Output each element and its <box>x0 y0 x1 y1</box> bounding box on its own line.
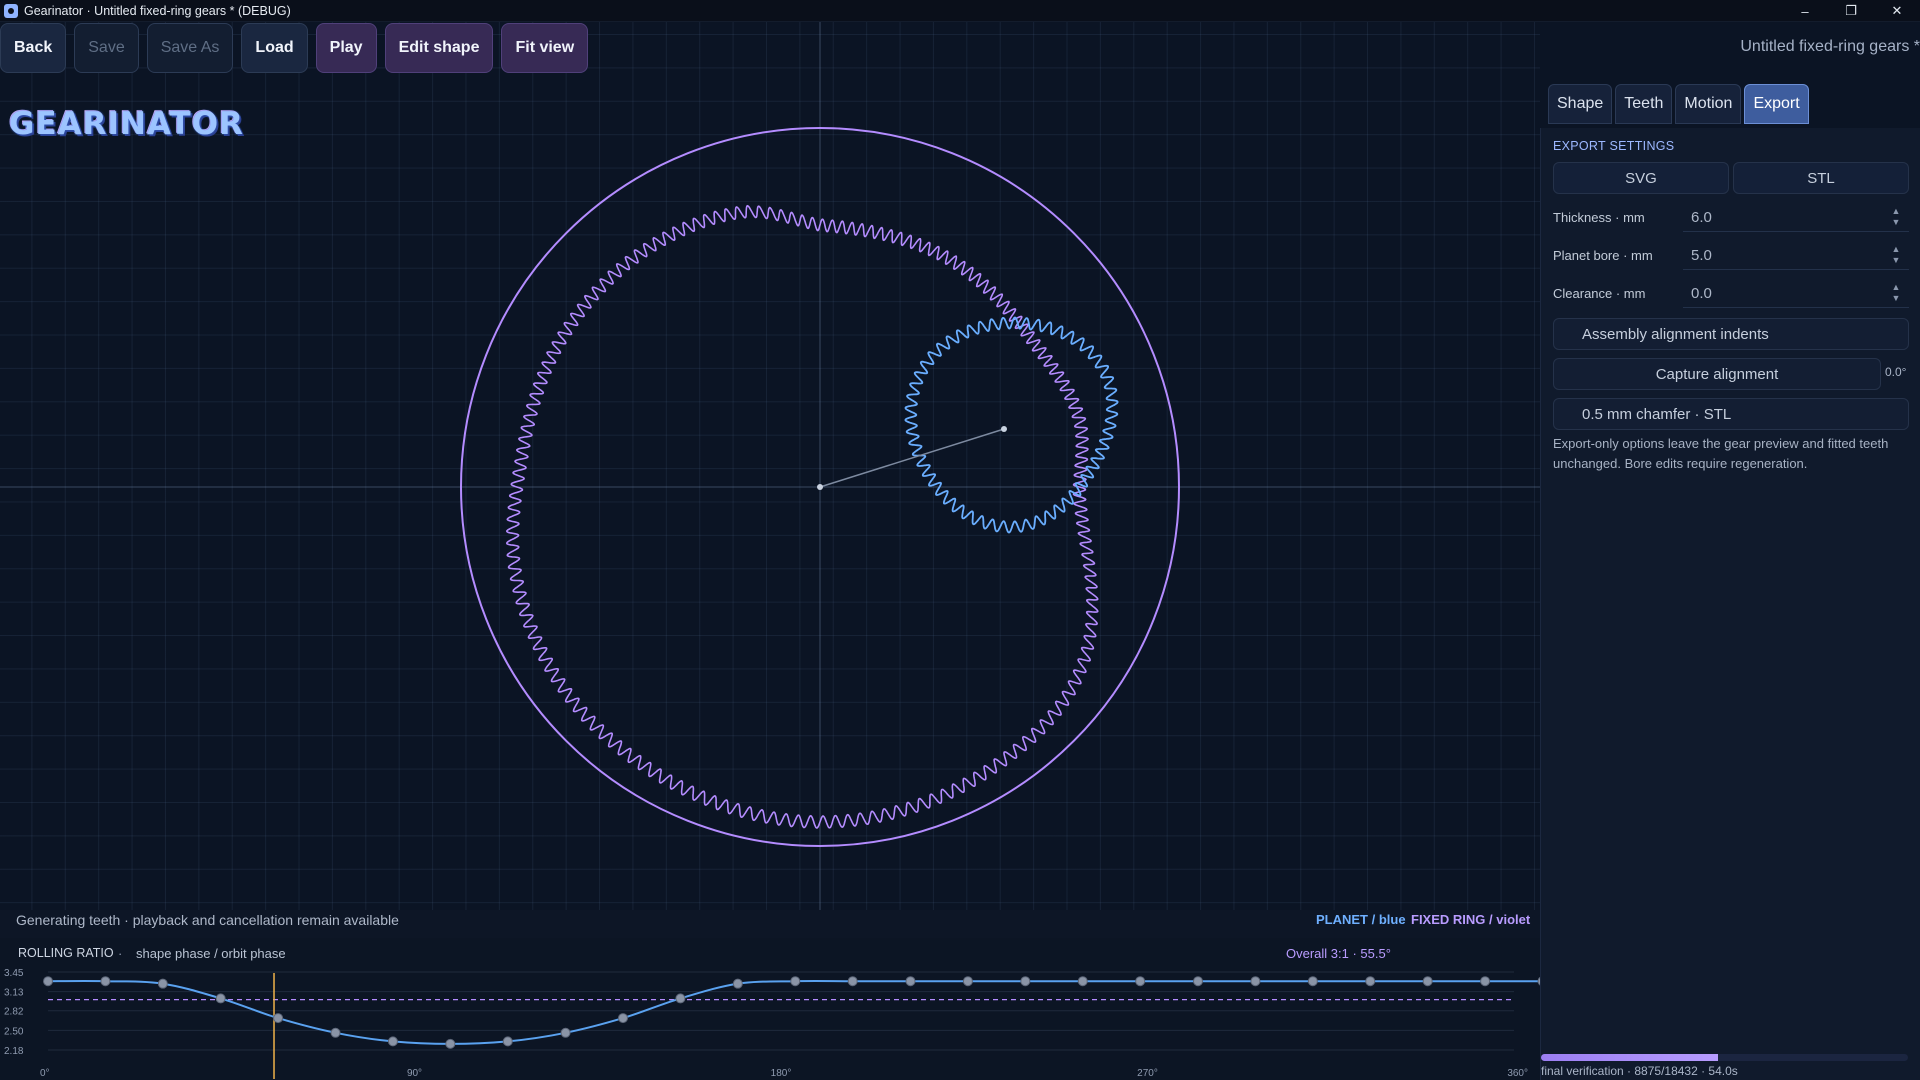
rolling-ratio-subtitle: shape phase / orbit phase <box>136 946 286 961</box>
chart-data-point <box>1365 976 1376 987</box>
chart-y-tick-label: 2.50 <box>4 1026 24 1037</box>
chart-data-point <box>560 1027 571 1038</box>
clearance-stepper-icon[interactable]: ▲ ▼ <box>1891 282 1901 304</box>
chart-data-point <box>1537 976 1540 986</box>
chart-data-point <box>732 978 743 989</box>
chart-y-tick-label: 2.82 <box>4 1007 24 1018</box>
toolbar: Back Save Save As Load Play Edit shape F… <box>0 22 589 74</box>
play-button[interactable]: Play <box>315 23 377 73</box>
fixed-ring-gear <box>505 204 1099 829</box>
load-button[interactable]: Load <box>241 23 308 73</box>
title-bar: Gearinator · Untitled fixed-ring gears *… <box>0 0 1920 22</box>
title-separator: · <box>118 946 123 961</box>
minimize-icon[interactable]: – <box>1782 0 1828 22</box>
chart-data-point <box>157 978 168 989</box>
window-controls: – ❐ ✕ <box>1782 0 1920 22</box>
chart-data-point <box>847 976 858 987</box>
gear-canvas[interactable] <box>0 22 1540 910</box>
chart-data-point <box>1020 976 1031 987</box>
tab-motion[interactable]: Motion <box>1675 84 1742 124</box>
capture-alignment-value: 0.0° <box>1885 365 1907 379</box>
clearance-value: 0.0 <box>1691 285 1712 302</box>
window-title: Gearinator · Untitled fixed-ring gears *… <box>24 3 291 18</box>
thickness-stepper-icon[interactable]: ▲ ▼ <box>1891 206 1901 228</box>
chart-x-tick-label: 90° <box>407 1068 422 1079</box>
chart-data-point <box>502 1036 513 1047</box>
overall-ratio-readout: Overall 3:1 · 55.5° <box>1286 946 1391 961</box>
chart-y-tick-label: 3.45 <box>4 968 24 979</box>
clearance-label: Clearance · mm <box>1553 286 1646 301</box>
gearinator-logo: GEARINATOR <box>9 106 244 142</box>
ring-center-point <box>817 484 823 490</box>
orbit-arm <box>819 428 1005 488</box>
chart-data-point <box>1422 976 1433 987</box>
back-button[interactable]: Back <box>0 23 67 73</box>
chart-data-point <box>1077 976 1088 987</box>
chart-data-point <box>387 1036 398 1047</box>
svg-format-button[interactable]: SVG <box>1553 162 1729 194</box>
planet-bore-label: Planet bore · mm <box>1553 248 1653 263</box>
document-title: Untitled fixed-ring gears * <box>1740 38 1920 55</box>
ring-legend: FIXED RING / violet <box>1411 912 1531 927</box>
app-gear-icon <box>4 3 18 18</box>
gear-preview <box>0 22 1540 910</box>
capture-alignment-button[interactable]: Capture alignment <box>1553 358 1881 390</box>
chamfer-stl-toggle[interactable]: 0.5 mm chamfer · STL <box>1553 398 1909 430</box>
chart-data-point <box>215 993 226 1004</box>
chart-y-tick-label: 2.18 <box>4 1046 24 1057</box>
tab-export[interactable]: Export <box>1744 84 1809 124</box>
clearance-field[interactable]: 0.0 ▲ ▼ <box>1683 280 1909 308</box>
chart-data-point <box>617 1013 628 1024</box>
chart-x-tick-label: 360° <box>1507 1068 1528 1079</box>
chart-data-point <box>100 976 111 987</box>
stl-format-button[interactable]: STL <box>1733 162 1909 194</box>
planet-bore-stepper-icon[interactable]: ▲ ▼ <box>1891 244 1901 266</box>
tab-shape[interactable]: Shape <box>1548 84 1613 124</box>
chart-data-point <box>1307 976 1318 987</box>
rolling-ratio-title: ROLLING RATIO <box>18 946 114 960</box>
chart-x-tick-label: 0° <box>40 1068 50 1079</box>
thickness-value: 6.0 <box>1691 209 1712 226</box>
chart-data-point <box>445 1038 456 1049</box>
export-settings-heading: EXPORT SETTINGS <box>1553 139 1675 153</box>
tab-teeth[interactable]: Teeth <box>1615 84 1673 124</box>
chart-data-point <box>330 1027 341 1038</box>
save-as-button[interactable]: Save As <box>146 23 234 73</box>
chart-data-point <box>1192 976 1203 987</box>
chart-ratio-curve <box>47 980 1540 1045</box>
thickness-field[interactable]: 6.0 ▲ ▼ <box>1683 204 1909 232</box>
chart-data-point <box>675 993 686 1004</box>
chart-y-tick-label: 3.13 <box>4 988 24 999</box>
restore-icon[interactable]: ❐ <box>1828 0 1874 22</box>
chart-data-point <box>1135 976 1146 987</box>
chart-x-tick-label: 180° <box>771 1068 792 1079</box>
thickness-label: Thickness · mm <box>1553 210 1645 225</box>
status-message: Generating teeth · playback and cancella… <box>16 912 399 928</box>
progress-fill <box>1541 1054 1718 1061</box>
chart-data-point <box>1480 976 1491 987</box>
chart-data-point <box>273 1013 284 1024</box>
chart-data-point <box>790 976 801 987</box>
assembly-alignment-indents-toggle[interactable]: Assembly alignment indents <box>1553 318 1909 350</box>
chart-data-point <box>962 976 973 987</box>
verification-progress-bar <box>1541 1054 1908 1061</box>
progress-status-text: final verification · 8875/18432 · 54.0s <box>1541 1064 1738 1078</box>
close-icon[interactable]: ✕ <box>1874 0 1920 22</box>
export-panel: EXPORT SETTINGS SVG STL Thickness · mm 6… <box>1540 128 1920 1080</box>
planet-bore-value: 5.0 <box>1691 247 1712 264</box>
planet-legend: PLANET / blue <box>1316 912 1406 927</box>
chart-data-point <box>43 976 53 987</box>
fit-view-button[interactable]: Fit view <box>501 23 589 73</box>
save-button[interactable]: Save <box>74 23 139 73</box>
chart-data-point <box>905 976 916 987</box>
chart-x-tick-label: 270° <box>1137 1068 1158 1079</box>
panel-tabs: Shape Teeth Motion Export <box>1548 84 1809 124</box>
chart-data-point <box>1250 976 1261 987</box>
planet-bore-field[interactable]: 5.0 ▲ ▼ <box>1683 242 1909 270</box>
export-help-text: Export-only options leave the gear previ… <box>1553 436 1889 471</box>
planet-center-point <box>1001 426 1007 432</box>
edit-shape-button[interactable]: Edit shape <box>384 23 494 73</box>
